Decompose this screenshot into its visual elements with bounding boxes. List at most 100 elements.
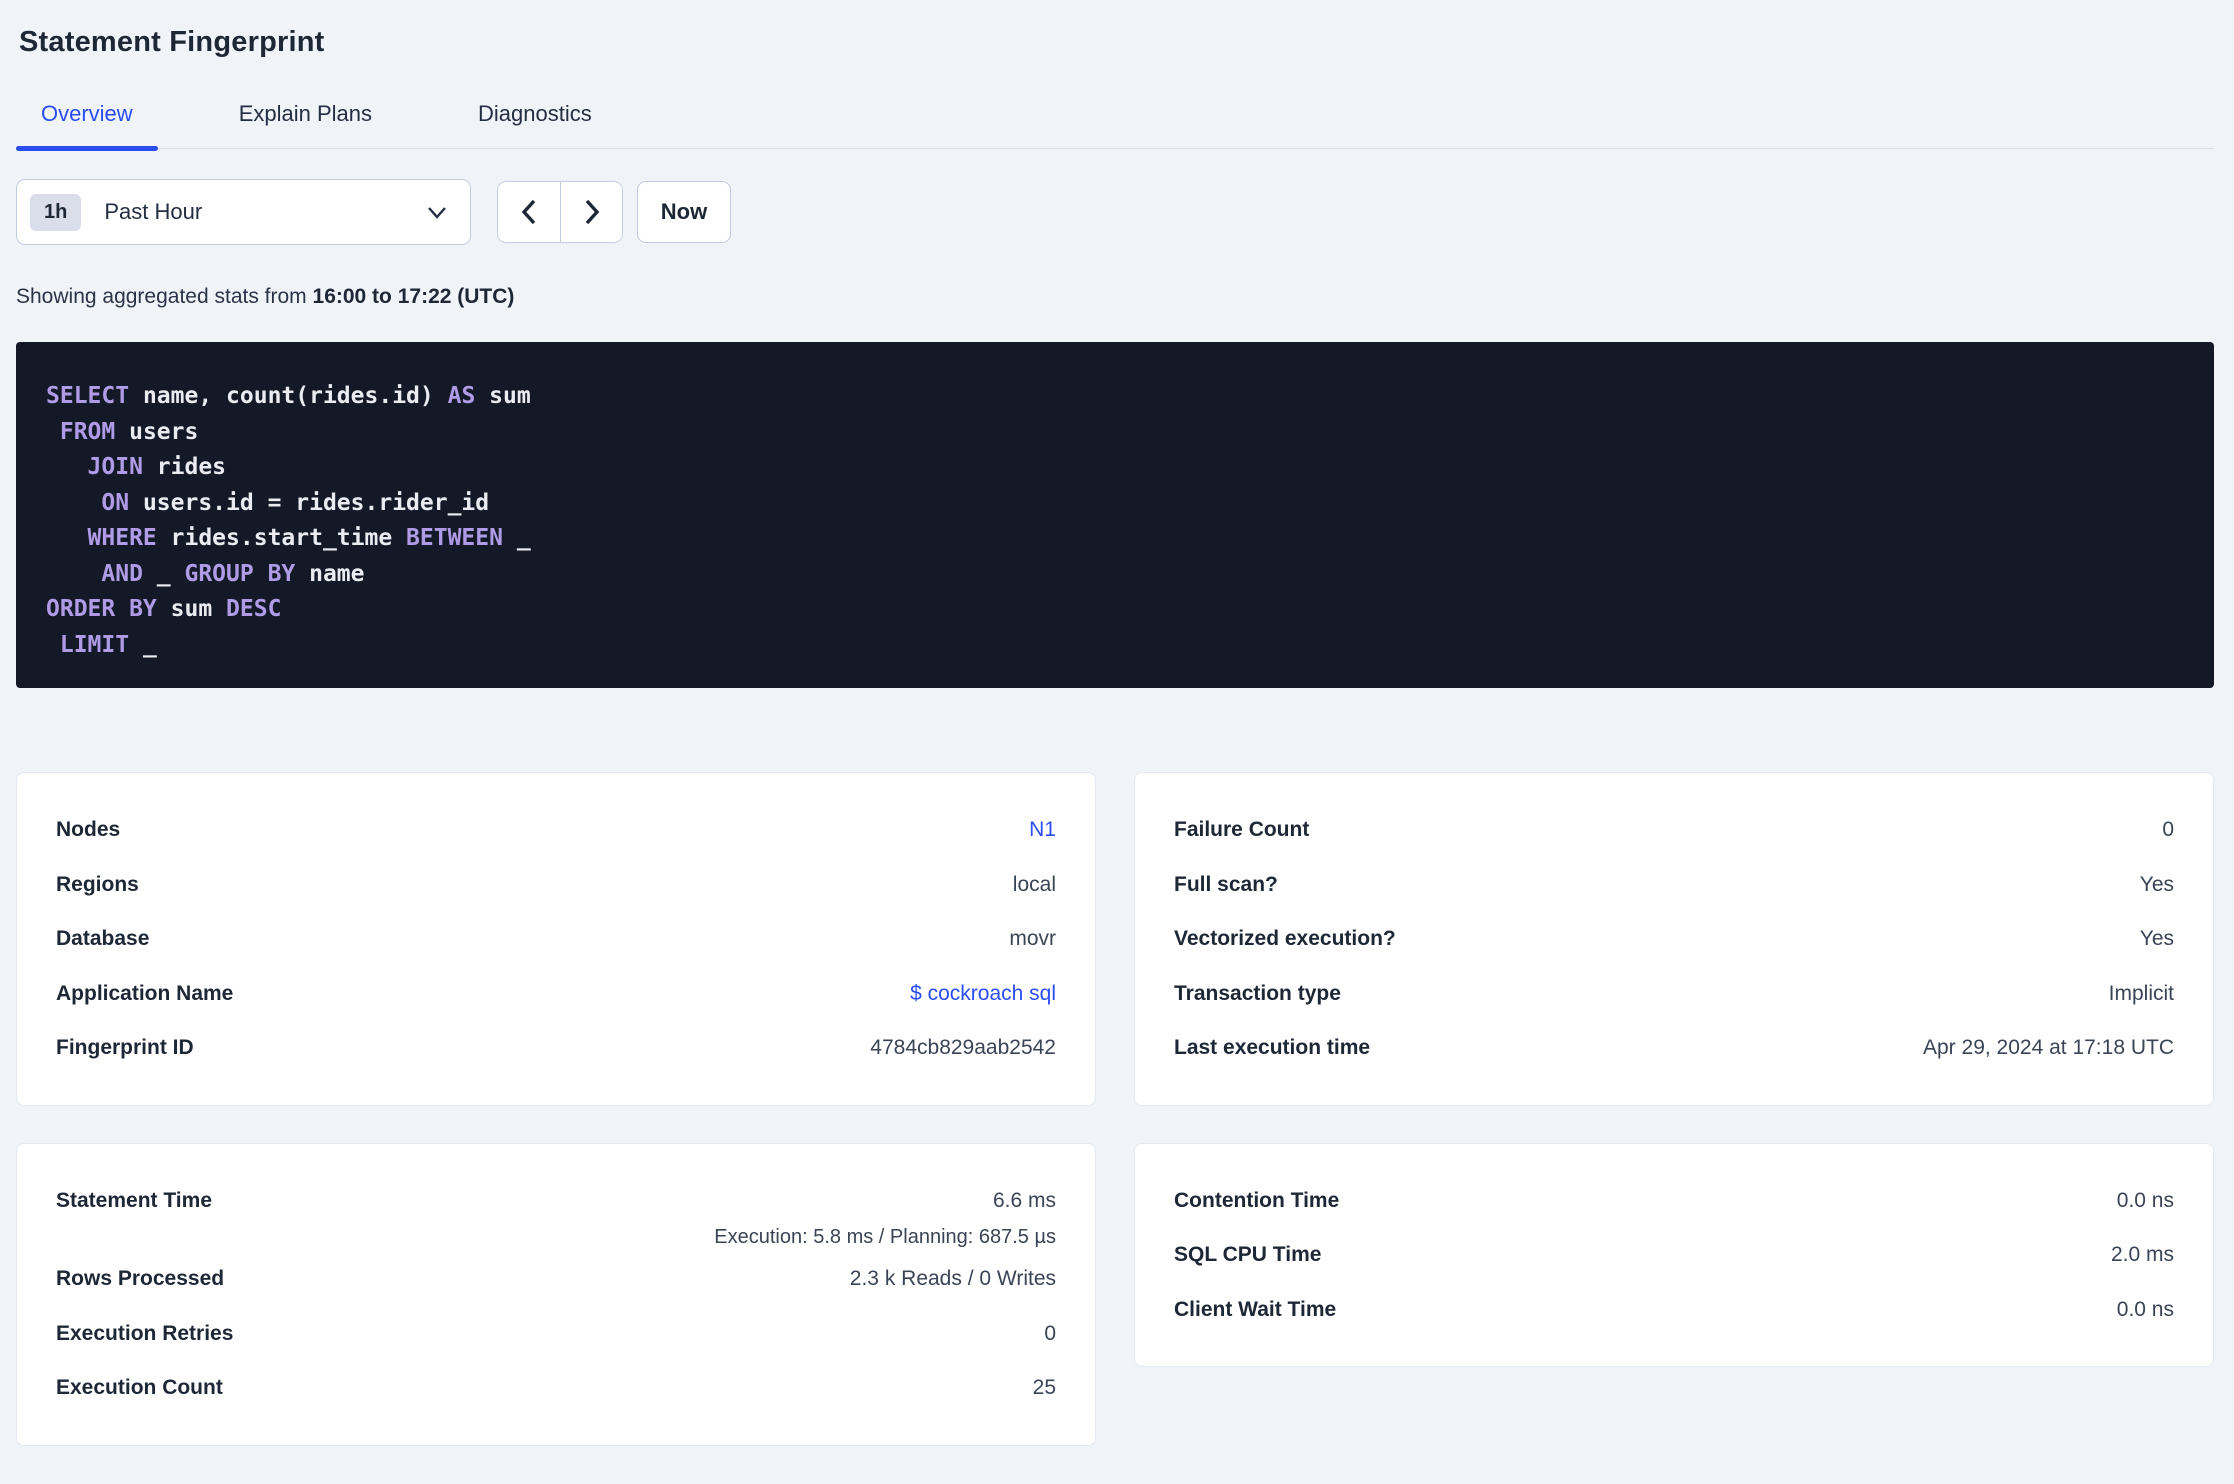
page-title: Statement Fingerprint bbox=[19, 26, 325, 58]
info-value-wrap: $ cockroach sql bbox=[910, 982, 1056, 1006]
info-row: Rows Processed 2.3 k Reads / 0 Writes bbox=[56, 1252, 1056, 1307]
info-value-wrap: 0.0 ns bbox=[2117, 1189, 2174, 1213]
next-interval-button[interactable] bbox=[560, 182, 622, 242]
statement-details-card: Nodes N1 Regions local Database movr Applicati… bbox=[16, 772, 1096, 1106]
sql-keyword: WHERE bbox=[87, 525, 157, 551]
info-value-wrap: local bbox=[1013, 873, 1056, 897]
info-value: 2.3 k Reads / 0 Writes bbox=[849, 1267, 1056, 1291]
info-value: Yes bbox=[2139, 872, 2174, 896]
info-label: Transaction type bbox=[1174, 981, 1341, 1005]
info-row: Failure Count 0 bbox=[1174, 803, 2174, 858]
sql-text: sum bbox=[475, 383, 531, 409]
sql-keyword: ORDER BY bbox=[46, 596, 157, 622]
info-value-wrap: 2.0 ms bbox=[2111, 1243, 2174, 1267]
sql-keyword: DESC bbox=[226, 596, 282, 622]
sql-line: JOIN rides bbox=[46, 450, 2184, 486]
info-label: Application Name bbox=[56, 981, 234, 1005]
tab-diagnostics[interactable]: Diagnostics bbox=[453, 101, 617, 148]
info-value-wrap: 6.6 ms Execution: 5.8 ms / Planning: 687.… bbox=[714, 1174, 1056, 1253]
sql-keyword: SELECT bbox=[46, 383, 130, 409]
info-row: Application Name $ cockroach sql bbox=[56, 967, 1056, 1022]
info-value-wrap: 4784cb829aab2542 bbox=[870, 1036, 1056, 1060]
info-label: SQL CPU Time bbox=[1174, 1243, 1322, 1267]
info-value: Yes bbox=[2139, 927, 2174, 951]
info-label: Execution Count bbox=[56, 1376, 223, 1400]
sql-line: LIMIT _ bbox=[46, 628, 2184, 664]
chevron-down-icon bbox=[426, 205, 448, 220]
sql-line: FROM users bbox=[46, 415, 2184, 451]
now-button[interactable]: Now bbox=[637, 181, 731, 243]
sql-keyword: AND bbox=[101, 560, 143, 587]
info-row: Execution Retries 0 bbox=[56, 1307, 1056, 1362]
previous-interval-button[interactable] bbox=[498, 182, 560, 242]
sql-text: _ bbox=[129, 631, 157, 658]
info-row: Last execution time Apr 29, 2024 at 17:18… bbox=[1174, 1021, 2174, 1076]
info-value-wrap: 0.0 ns bbox=[2117, 1298, 2174, 1322]
info-label: Failure Count bbox=[1174, 818, 1310, 842]
tab-bar: Overview Explain Plans Diagnostics bbox=[16, 101, 2214, 151]
info-value: local bbox=[1012, 872, 1056, 896]
sql-text: name, count(rides.id) bbox=[129, 383, 448, 409]
sql-text: rides.start_time bbox=[156, 525, 407, 551]
info-value-wrap: 25 bbox=[1033, 1376, 1056, 1400]
aggregation-summary: Showing aggregated stats from 16:00 to 1… bbox=[16, 285, 2214, 309]
info-value-wrap: 0 bbox=[1044, 1322, 1056, 1346]
sql-line: ON users.id = rides.rider_id bbox=[46, 486, 2184, 522]
sql-keyword: GROUP BY bbox=[184, 560, 296, 587]
time-interval-dropdown[interactable]: 1h Past Hour bbox=[16, 179, 471, 245]
info-label: Statement Time bbox=[56, 1188, 212, 1212]
execution-attributes-card: Failure Count 0 Full scan? Yes Vectorized ex… bbox=[1134, 772, 2214, 1106]
info-label: Full scan? bbox=[1174, 872, 1278, 896]
info-value-link[interactable]: $ cockroach sql bbox=[910, 982, 1056, 1006]
info-value: 6.6 ms bbox=[992, 1188, 1056, 1212]
sql-statement-box: SELECT name, count(rides.id) AS sum FROM… bbox=[16, 342, 2214, 688]
sql-text: users bbox=[115, 418, 199, 445]
info-value: 0 bbox=[1044, 1321, 1056, 1345]
sql-line: AND _ GROUP BY name bbox=[46, 557, 2184, 593]
time-step-buttons bbox=[497, 181, 623, 243]
tab-overview[interactable]: Overview bbox=[16, 101, 158, 151]
statement-fingerprint-page: Statement Fingerprint Overview Explain P… bbox=[0, 26, 2234, 1446]
aggregation-summary-prefix: Showing aggregated stats from bbox=[16, 285, 313, 308]
info-value: Apr 29, 2024 at 17:18 UTC bbox=[1923, 1036, 2174, 1060]
info-label: Client Wait Time bbox=[1174, 1297, 1337, 1321]
info-value: 4784cb829aab2542 bbox=[870, 1036, 1056, 1060]
sql-keyword: BETWEEN bbox=[406, 525, 503, 551]
sql-keyword: AS bbox=[447, 383, 476, 409]
sql-line: ORDER BY sum DESC bbox=[46, 592, 2184, 628]
sql-text: sum bbox=[156, 596, 227, 622]
tab-explain-plans[interactable]: Explain Plans bbox=[214, 101, 397, 148]
info-value-link[interactable]: N1 bbox=[1029, 818, 1056, 842]
sql-keyword: ON bbox=[101, 489, 130, 516]
info-label: Nodes bbox=[56, 818, 121, 842]
sql-keyword: JOIN bbox=[87, 454, 143, 480]
time-controls: 1h Past Hour Now bbox=[16, 179, 2214, 245]
info-row: Fingerprint ID 4784cb829aab2542 bbox=[56, 1021, 1056, 1076]
sql-keyword: FROM bbox=[59, 418, 116, 445]
info-label: Vectorized execution? bbox=[1174, 927, 1396, 951]
chevron-left-icon bbox=[519, 198, 539, 226]
info-label: Rows Processed bbox=[56, 1267, 225, 1291]
info-row: Execution Count 25 bbox=[56, 1361, 1056, 1416]
info-value: 0.0 ns bbox=[2116, 1297, 2174, 1321]
sql-text: rides bbox=[142, 454, 227, 480]
info-row: Contention Time 0.0 ns bbox=[1174, 1174, 2174, 1229]
info-row: Full scan? Yes bbox=[1174, 858, 2174, 913]
sql-keyword: LIMIT bbox=[59, 631, 130, 658]
interval-badge: 1h bbox=[30, 193, 82, 231]
info-subvalue: Execution: 5.8 ms / Planning: 687.5 µs bbox=[714, 1226, 1056, 1248]
chevron-right-icon bbox=[582, 198, 602, 226]
info-value-wrap: Yes bbox=[2140, 927, 2174, 951]
info-row: Transaction type Implicit bbox=[1174, 967, 2174, 1022]
info-row: Vectorized execution? Yes bbox=[1174, 912, 2174, 967]
info-label: Fingerprint ID bbox=[56, 1036, 194, 1060]
info-row: Database movr bbox=[56, 912, 1056, 967]
info-value-wrap: N1 bbox=[1029, 818, 1056, 842]
info-label: Execution Retries bbox=[56, 1321, 234, 1345]
info-label: Contention Time bbox=[1174, 1188, 1340, 1212]
info-row: Client Wait Time 0.0 ns bbox=[1174, 1283, 2174, 1338]
info-row: Regions local bbox=[56, 858, 1056, 913]
